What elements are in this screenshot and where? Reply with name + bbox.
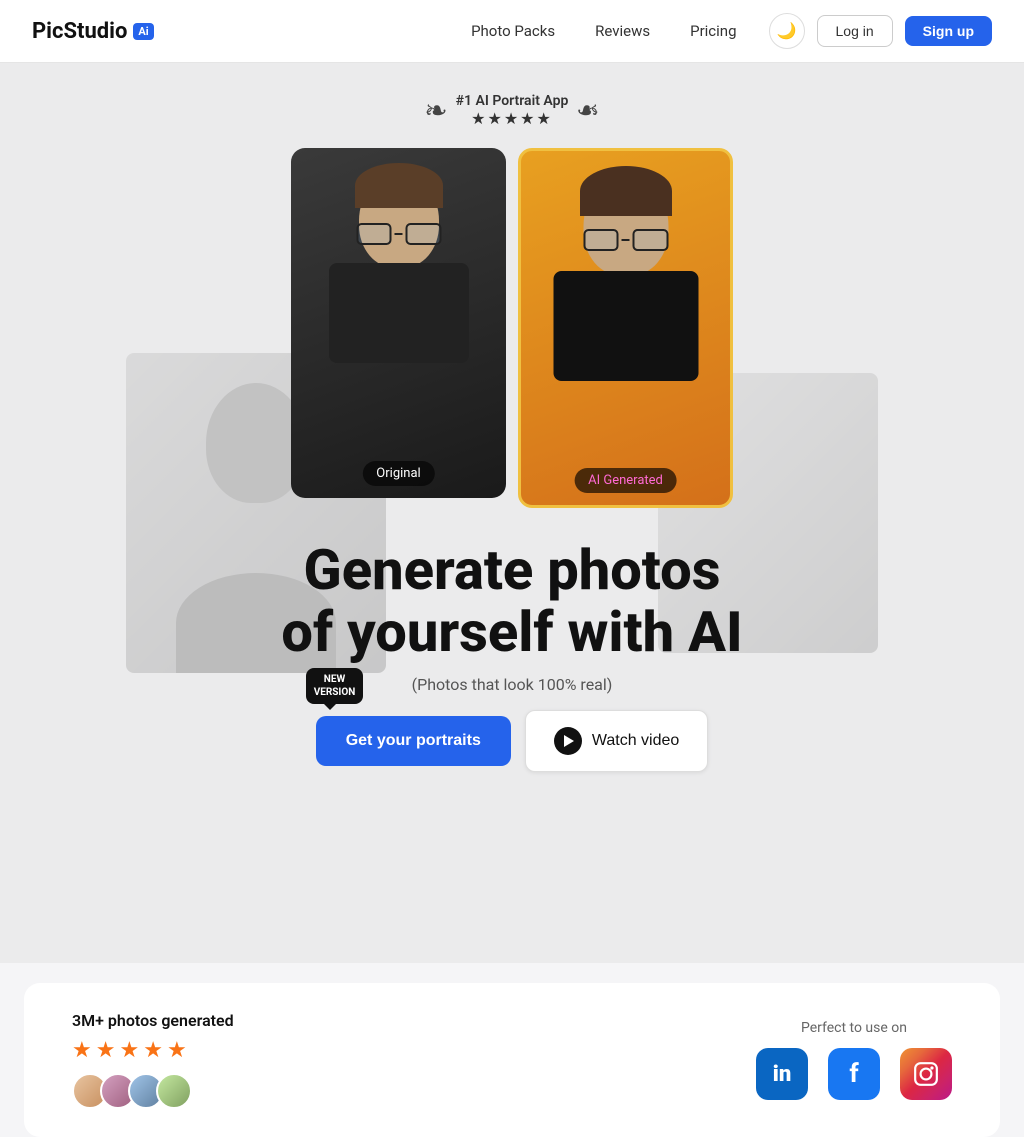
new-version-badge: NEW VERSION [306, 668, 364, 704]
watch-video-button[interactable]: Watch video [525, 710, 708, 772]
signup-button[interactable]: Sign up [905, 16, 992, 46]
watch-video-label: Watch video [592, 732, 679, 750]
nav-photo-packs[interactable]: Photo Packs [471, 22, 555, 40]
platforms-label: Perfect to use on [756, 1020, 952, 1036]
proof-right: Perfect to use on in f [756, 1020, 952, 1100]
instagram-svg [913, 1061, 939, 1087]
linkedin-icon[interactable]: in [756, 1048, 808, 1100]
navbar: PicStudio Ai Photo Packs Reviews Pricing… [0, 0, 1024, 63]
nav-reviews[interactable]: Reviews [595, 22, 650, 40]
star-3-icon: ★ [119, 1038, 139, 1063]
play-icon [554, 727, 582, 755]
original-hair [355, 163, 443, 208]
ai-glasses-right-frame [632, 229, 668, 251]
logo[interactable]: PicStudio Ai [32, 19, 154, 44]
cta-group: NEW VERSION Get your portraits Watch vid… [316, 710, 709, 772]
laurel-left-icon: ❧ [424, 94, 447, 127]
ai-photo-label: AI Generated [574, 468, 677, 493]
play-triangle-icon [564, 735, 574, 747]
subheadline: (Photos that look 100% real) [412, 675, 613, 694]
star-5-icon: ★ [167, 1038, 187, 1063]
star-1-icon: ★ [72, 1038, 92, 1063]
social-proof-section: 3M+ photos generated ★ ★ ★ ★ ★ Perfect t… [24, 983, 1000, 1137]
logo-text: PicStudio [32, 19, 127, 44]
award-stars: ★★★★★ [456, 109, 569, 128]
ai-glasses-left-frame [583, 229, 619, 251]
award-badge: ❧ #1 AI Portrait App ★★★★★ ❧ [424, 93, 600, 128]
instagram-icon[interactable] [900, 1048, 952, 1100]
get-portraits-button[interactable]: Get your portraits [316, 716, 511, 766]
photo-comparison: Original AI Generated [291, 148, 733, 508]
award-text: #1 AI Portrait App ★★★★★ [456, 93, 569, 128]
proof-left: 3M+ photos generated ★ ★ ★ ★ ★ [72, 1011, 234, 1109]
award-title: #1 AI Portrait App [456, 93, 569, 109]
star-4-icon: ★ [143, 1038, 163, 1063]
original-photo-label: Original [362, 461, 434, 486]
nav-links: Photo Packs Reviews Pricing [471, 22, 736, 40]
ai-photo-card: AI Generated [518, 148, 733, 508]
ai-glasses [583, 229, 668, 251]
hero-section: ❧ #1 AI Portrait App ★★★★★ ❧ Original [0, 63, 1024, 963]
logo-ai-badge: Ai [133, 23, 153, 40]
nav-actions: 🌙 Log in Sign up [769, 13, 992, 49]
platform-icons: in f [756, 1048, 952, 1100]
star-2-icon: ★ [96, 1038, 116, 1063]
headline: Generate photos of yourself with AI [281, 540, 742, 663]
photos-generated-count: 3M+ photos generated [72, 1011, 234, 1030]
ai-hair [580, 166, 672, 216]
nav-pricing[interactable]: Pricing [690, 22, 736, 40]
facebook-icon[interactable]: f [828, 1048, 880, 1100]
proof-stars: ★ ★ ★ ★ ★ [72, 1038, 234, 1063]
login-button[interactable]: Log in [817, 15, 893, 47]
proof-avatars [72, 1073, 234, 1109]
glasses-left-frame [356, 223, 392, 245]
laurel-right-icon: ❧ [576, 94, 599, 127]
glasses-right-frame [405, 223, 441, 245]
headline-line2: of yourself with AI [281, 599, 742, 665]
theme-toggle-button[interactable]: 🌙 [769, 13, 805, 49]
headline-line1: Generate photos [304, 537, 721, 603]
original-photo-card: Original [291, 148, 506, 498]
avatar-4 [156, 1073, 192, 1109]
hero-content: ❧ #1 AI Portrait App ★★★★★ ❧ Original [0, 63, 1024, 772]
glasses-bridge [395, 233, 403, 235]
ai-glasses-bridge [622, 239, 630, 241]
original-glasses [356, 223, 441, 245]
